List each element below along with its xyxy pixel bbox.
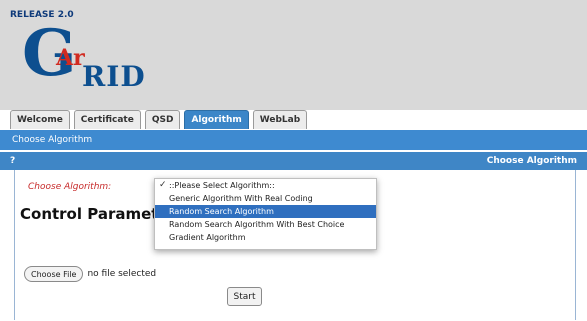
header-bar: RELEASE 2.0 G Ar RID	[0, 0, 587, 110]
breadcrumb: Choose Algorithm	[0, 130, 587, 150]
dropdown-option[interactable]: Gradient Algorithm	[155, 231, 376, 244]
choose-algorithm-label: Choose Algorithm:	[28, 182, 112, 192]
tab-qsd[interactable]: QSD	[144, 110, 181, 129]
start-button[interactable]: Start	[227, 287, 262, 306]
dropdown-option[interactable]: Generic Algorithm With Real Coding	[155, 192, 376, 205]
logo-rid: RID	[82, 60, 146, 93]
option-label: Gradient Algorithm	[169, 233, 246, 242]
dropdown-option[interactable]: Random Search Algorithm With Best Choice	[155, 218, 376, 231]
tab-weblab[interactable]: WebLab	[252, 110, 308, 129]
algorithm-dropdown[interactable]: ✓ ::Please Select Algorithm:: Generic Al…	[154, 178, 377, 250]
panel-header: ? Choose Algorithm	[0, 152, 587, 170]
choose-file-button[interactable]: Choose File	[24, 266, 84, 282]
help-icon[interactable]: ?	[10, 156, 15, 166]
dropdown-option[interactable]: ✓ ::Please Select Algorithm::	[155, 179, 376, 192]
file-input-row: Choose File no file selected	[24, 266, 156, 282]
tab-algorithm[interactable]: Algorithm	[184, 110, 249, 129]
option-label: Generic Algorithm With Real Coding	[169, 194, 313, 203]
dropdown-option-highlighted[interactable]: Random Search Algorithm	[155, 205, 376, 218]
logo-ar: Ar	[56, 45, 85, 71]
logo: G Ar RID	[22, 22, 162, 94]
checkmark-icon: ✓	[159, 180, 167, 190]
panel-title: Choose Algorithm	[486, 156, 577, 166]
tab-welcome[interactable]: Welcome	[10, 110, 70, 129]
tab-certificate[interactable]: Certificate	[73, 110, 141, 129]
control-parameters-title: Control Paramet	[20, 205, 159, 223]
file-status: no file selected	[87, 269, 157, 279]
option-label: Random Search Algorithm With Best Choice	[169, 220, 345, 229]
tab-bar: Welcome Certificate QSD Algorithm WebLab	[10, 110, 308, 130]
option-label: Random Search Algorithm	[169, 207, 274, 216]
option-label: ::Please Select Algorithm::	[169, 181, 275, 190]
